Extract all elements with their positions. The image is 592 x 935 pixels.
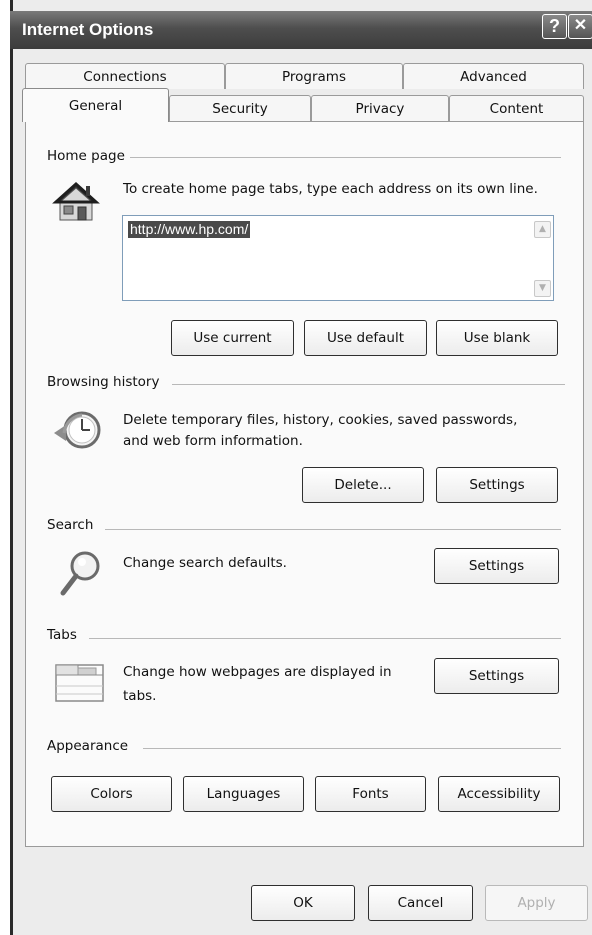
appearance-heading: Appearance (47, 738, 129, 754)
cancel-button[interactable]: Cancel (368, 885, 473, 921)
accessibility-button[interactable]: Accessibility (438, 776, 560, 812)
appearance-divider (143, 748, 561, 749)
home-page-url-value: http://www.hp.com/ (128, 221, 251, 238)
delete-history-button[interactable]: Delete... (302, 467, 424, 503)
use-blank-button[interactable]: Use blank (436, 320, 558, 356)
use-current-button[interactable]: Use current (171, 320, 294, 356)
home-page-description: To create home page tabs, type each addr… (123, 181, 538, 197)
tabs-window-icon (55, 664, 105, 704)
browsing-history-divider (172, 384, 565, 385)
home-page-heading: Home page (47, 148, 125, 164)
search-settings-button[interactable]: Settings (434, 548, 559, 584)
search-divider (105, 529, 561, 530)
house-icon (52, 180, 102, 226)
browsing-history-heading: Browsing history (47, 374, 160, 390)
languages-button[interactable]: Languages (183, 776, 304, 812)
browsing-history-description-line2: and web form information. (123, 433, 303, 449)
scroll-up-arrow-icon[interactable]: ▲ (534, 221, 551, 238)
home-page-url-input[interactable]: http://www.hp.com/ ▲ ▼ (122, 215, 554, 301)
ok-button[interactable]: OK (251, 885, 355, 921)
browsing-history-settings-button[interactable]: Settings (436, 467, 558, 503)
use-default-button[interactable]: Use default (304, 320, 427, 356)
tabs-description-line1: Change how webpages are displayed in (123, 664, 392, 680)
fonts-button[interactable]: Fonts (315, 776, 426, 812)
clock-history-icon (52, 407, 104, 453)
tabs-heading: Tabs (47, 627, 77, 643)
tabs-settings-button[interactable]: Settings (434, 658, 559, 694)
scroll-down-arrow-icon[interactable]: ▼ (534, 280, 551, 297)
tabs-description-line2: tabs. (123, 688, 157, 704)
colors-button[interactable]: Colors (51, 776, 172, 812)
apply-button[interactable]: Apply (485, 885, 588, 921)
magnifier-icon (58, 549, 104, 597)
home-page-divider (130, 157, 561, 158)
search-description: Change search defaults. (123, 555, 287, 571)
tabs-divider (89, 638, 561, 639)
url-input-scrollbar[interactable]: ▲ ▼ (534, 219, 551, 297)
search-heading: Search (47, 517, 94, 533)
